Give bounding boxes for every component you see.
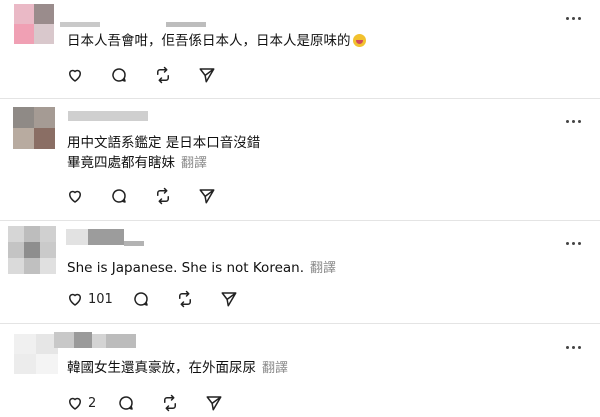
comment-text: 日本人吾會咁，佢吾係日本人，日本人是原味的 (67, 31, 366, 51)
avatar[interactable] (8, 226, 56, 274)
comment-4: 韓國女生還真豪放，在外面尿尿 翻譯 2 (0, 324, 600, 417)
send-icon (221, 292, 237, 307)
like-button[interactable]: 101 (66, 288, 113, 310)
avatar[interactable] (14, 4, 54, 44)
repost-button[interactable] (154, 185, 172, 207)
repost-icon (179, 290, 191, 308)
username-redacted (74, 332, 92, 348)
more-icon[interactable] (566, 17, 582, 21)
username-redacted[interactable] (60, 22, 100, 27)
emoji-icon (352, 34, 366, 47)
more-icon[interactable] (566, 346, 582, 350)
comment-icon (134, 292, 148, 306)
share-button[interactable] (205, 392, 223, 414)
username-redacted (106, 334, 136, 348)
repost-icon (164, 394, 176, 412)
send-icon (199, 189, 215, 204)
reply-button[interactable] (110, 64, 128, 86)
send-icon (199, 68, 215, 83)
comment-3: She is Japanese. She is not Korean. 翻譯 10… (0, 221, 600, 323)
translate-link[interactable]: 翻譯 (262, 361, 288, 376)
repost-button[interactable] (154, 64, 172, 86)
heart-icon (69, 190, 81, 203)
like-count: 101 (88, 291, 113, 307)
reply-button[interactable] (132, 288, 150, 310)
username-redacted[interactable] (54, 332, 74, 348)
comment-text: 韓國女生還真豪放，在外面尿尿 翻譯 (67, 360, 289, 376)
share-button[interactable] (198, 64, 216, 86)
username-redacted (166, 22, 206, 27)
reply-button[interactable] (117, 392, 135, 414)
like-button[interactable] (66, 185, 84, 207)
share-button[interactable] (220, 288, 238, 310)
avatar[interactable] (14, 334, 58, 374)
translate-link[interactable]: 翻譯 (181, 156, 207, 171)
comment-icon (119, 396, 133, 410)
like-count: 2 (88, 395, 97, 411)
username-redacted[interactable] (66, 229, 88, 245)
like-button[interactable]: 2 (66, 392, 96, 414)
translate-link[interactable]: 翻譯 (310, 261, 336, 276)
more-icon[interactable] (566, 242, 582, 246)
send-icon (206, 396, 222, 411)
repost-icon (157, 187, 169, 205)
comment-icon (112, 68, 126, 82)
avatar[interactable] (13, 107, 55, 149)
like-button[interactable] (66, 64, 84, 86)
username-redacted (92, 334, 106, 348)
comment-text: She is Japanese. She is not Korean. 翻譯 (67, 260, 337, 276)
username-redacted (88, 229, 124, 245)
heart-icon (69, 397, 81, 410)
repost-icon (157, 66, 169, 84)
heart-icon (69, 293, 81, 306)
heart-icon (69, 69, 81, 82)
comment-1: 日本人吾會咁，佢吾係日本人，日本人是原味的 (0, 0, 600, 98)
username-redacted (124, 241, 144, 246)
comment-icon (112, 189, 126, 203)
comment-2: 用中文語系鑑定 是日本口音沒錯 畢竟四處都有瞎妹 翻譯 (0, 99, 600, 220)
comment-text: 用中文語系鑑定 是日本口音沒錯 畢竟四處都有瞎妹 翻譯 (67, 135, 261, 171)
repost-button[interactable] (176, 288, 194, 310)
reply-button[interactable] (110, 185, 128, 207)
share-button[interactable] (198, 185, 216, 207)
repost-button[interactable] (161, 392, 179, 414)
username-redacted[interactable] (68, 111, 148, 121)
more-icon[interactable] (566, 120, 582, 124)
